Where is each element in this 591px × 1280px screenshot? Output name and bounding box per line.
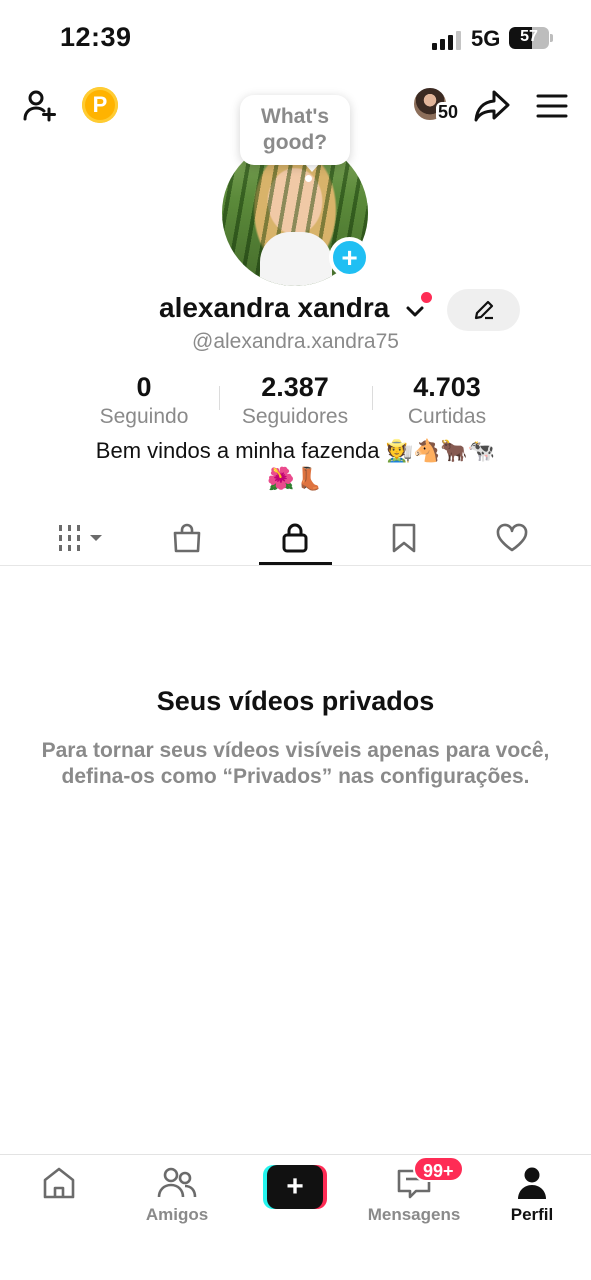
battery-tip — [550, 34, 553, 42]
pencil-icon — [474, 300, 493, 320]
following-stat[interactable]: 0 Seguindo — [84, 372, 204, 429]
likes-label: Curtidas — [407, 405, 487, 428]
followers-label: Seguidores — [241, 405, 349, 428]
network-type: 5G — [471, 26, 501, 51]
coin-icon: P — [92, 92, 108, 117]
tab-liked[interactable] — [482, 510, 542, 566]
notification-dot — [421, 292, 432, 303]
nav-friends[interactable]: Amigos — [122, 1163, 232, 1225]
profile-tabs — [0, 510, 591, 566]
battery-icon: 57 — [509, 27, 549, 49]
nav-inbox-label: Mensagens — [367, 1205, 461, 1224]
story-count: 50 — [436, 102, 461, 123]
bubble-tail — [305, 164, 319, 172]
bookmark-icon — [392, 523, 416, 553]
stat-divider — [372, 386, 373, 410]
empty-state-title: Seus vídeos privados — [156, 686, 435, 716]
nav-profile[interactable]: Perfil — [477, 1163, 587, 1225]
nav-home[interactable] — [4, 1163, 114, 1205]
display-name[interactable]: alexandra xandra — [159, 292, 389, 324]
coins-button[interactable]: P — [82, 87, 118, 123]
stat-divider — [219, 386, 220, 410]
messages-badge: 99+ — [413, 1156, 464, 1182]
following-label: Seguindo — [99, 405, 189, 428]
friends-icon — [157, 1167, 197, 1198]
lock-icon — [282, 523, 308, 553]
grid-icon — [59, 525, 102, 551]
tab-videos[interactable] — [40, 510, 120, 566]
likes-count: 4.703 — [413, 372, 481, 402]
heart-icon — [496, 523, 528, 552]
likes-stat[interactable]: 4.703 Curtidas — [387, 372, 507, 429]
followers-stat[interactable]: 2.387 Seguidores — [225, 372, 365, 429]
username: @alexandra.xandra75 — [192, 330, 399, 353]
shopping-bag-icon — [173, 523, 201, 553]
following-count: 0 — [136, 372, 152, 402]
edit-profile-button[interactable] — [447, 289, 520, 331]
add-person-icon — [23, 90, 56, 122]
add-story-button[interactable]: + — [329, 237, 370, 278]
profile-icon — [518, 1167, 546, 1199]
create-plus-icon: + — [267, 1165, 323, 1209]
plus-icon: + — [341, 241, 358, 273]
active-tab-indicator — [259, 562, 332, 565]
battery-percent: 57 — [520, 28, 538, 45]
bubble-dot — [305, 175, 312, 182]
tab-saved[interactable] — [374, 510, 434, 566]
add-friend-button[interactable] — [18, 84, 62, 128]
bio-line: 🌺👢 — [267, 466, 324, 491]
tab-private[interactable] — [260, 510, 330, 566]
profile-bio: Bem vindos a minha fazenda 🧑‍🌾🐴🐂🐄 🌺👢 — [0, 437, 591, 493]
nav-friends-label: Amigos — [145, 1205, 209, 1224]
tab-shop[interactable] — [157, 510, 217, 566]
nav-profile-label: Perfil — [510, 1205, 554, 1224]
status-note-bubble[interactable]: What's good? — [240, 95, 350, 165]
menu-button[interactable] — [530, 84, 574, 128]
hamburger-menu-icon — [536, 94, 568, 118]
share-profile-button[interactable] — [470, 84, 514, 128]
followers-count: 2.387 — [261, 372, 329, 402]
avatar-figure — [260, 232, 332, 286]
home-icon — [43, 1167, 75, 1199]
bio-line: Bem vindos a minha fazenda 🧑‍🌾🐴🐂🐄 — [95, 438, 496, 463]
cellular-signal-icon — [432, 30, 464, 50]
share-arrow-icon — [474, 90, 510, 122]
status-time: 12:39 — [60, 22, 132, 52]
create-button[interactable]: + — [263, 1165, 327, 1209]
chevron-down-icon[interactable] — [404, 300, 426, 322]
empty-state-description: Para tornar seus vídeos visíveis apenas … — [41, 739, 550, 788]
